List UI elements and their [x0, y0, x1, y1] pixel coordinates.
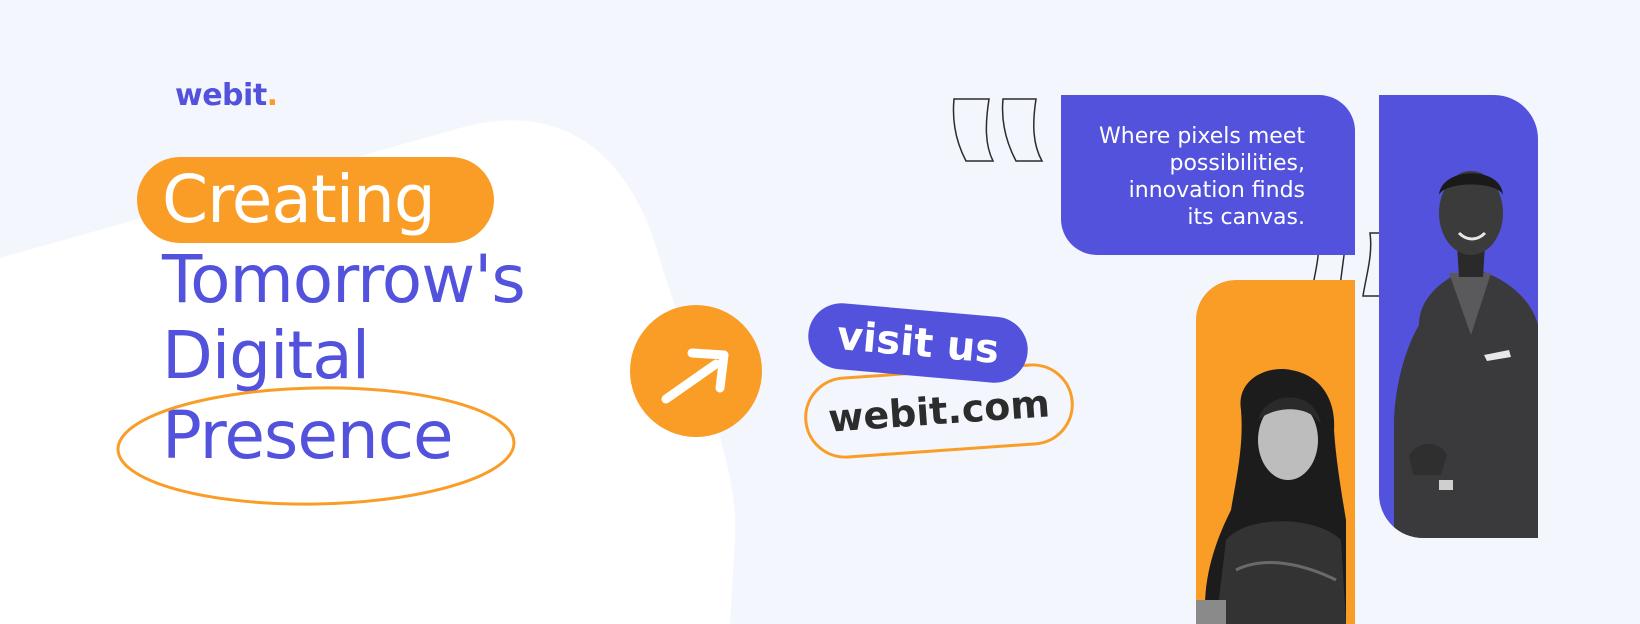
quote-line-2: possibilities, — [1169, 151, 1306, 176]
brand-name: webit — [175, 78, 267, 113]
headline-line-1: Creating — [162, 161, 436, 238]
quote-card: Where pixels meet possibilities, innovat… — [1061, 95, 1355, 255]
brand-dot: . — [266, 78, 278, 113]
quote-text: Where pixels meet possibilities, innovat… — [1065, 123, 1305, 231]
man-portrait-photo — [1379, 95, 1538, 538]
arrow-button[interactable] — [630, 305, 762, 437]
arrow-up-right-icon — [661, 348, 729, 404]
headline-line-4: Presence — [162, 397, 454, 474]
headline-line-3: Digital — [162, 317, 370, 394]
quote-line-4: its canvas. — [1187, 205, 1305, 230]
quote-line-1: Where pixels meet — [1099, 124, 1305, 149]
quote-line-3: innovation finds — [1128, 178, 1305, 203]
woman-portrait-photo — [1196, 280, 1355, 624]
brand-logo: webit. — [175, 78, 278, 113]
headline-line-2: Tomorrow's — [162, 241, 526, 318]
